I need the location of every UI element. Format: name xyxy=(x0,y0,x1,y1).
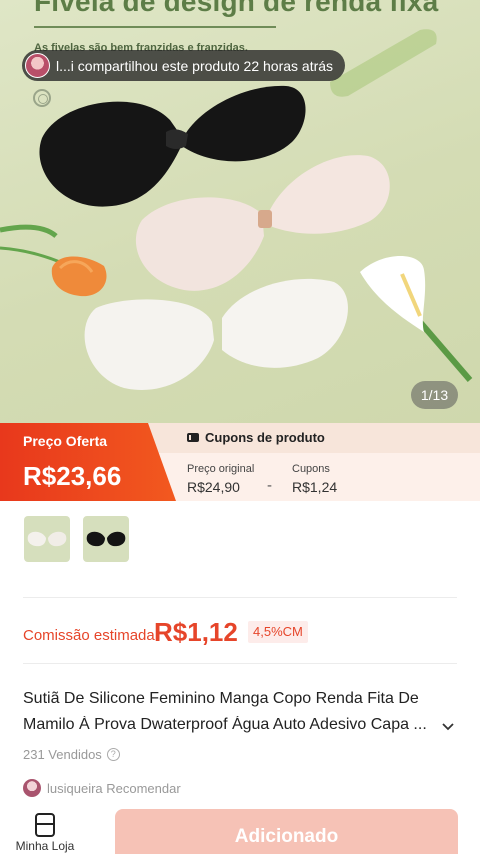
bottom-action-bar: Minha Loja Adicionado xyxy=(0,800,480,854)
chevron-down-icon[interactable] xyxy=(440,718,456,734)
variant-thumbnail-white[interactable] xyxy=(24,516,70,562)
black-bra-thumbnail-image xyxy=(86,531,126,547)
commission-label: Comissão estimada xyxy=(23,627,155,644)
sharer-avatar xyxy=(25,53,50,78)
sold-count-text: 231 Vendidos xyxy=(23,747,102,762)
commission-rate-badge: 4,5%CM xyxy=(248,621,308,643)
ticket-icon xyxy=(187,433,199,442)
product-coupons-label: Cupons de produto xyxy=(205,430,325,445)
divider xyxy=(23,597,457,598)
recommender-avatar xyxy=(23,779,41,797)
added-button[interactable]: Adicionado xyxy=(115,809,458,854)
product-title-line-1: Sutiã De Silicone Feminino Manga Copo Re… xyxy=(23,690,419,707)
price-banner: Preço Oferta R$23,66 Cupons de produto P… xyxy=(0,423,480,501)
sold-count: 231 Vendidos ? xyxy=(23,747,120,762)
help-icon[interactable]: ? xyxy=(106,748,120,761)
divider xyxy=(23,663,457,664)
image-counter: 1/13 xyxy=(411,381,458,409)
white-bra-thumbnail-image xyxy=(27,531,67,547)
minus-sign: - xyxy=(267,477,272,494)
my-store-button[interactable]: Minha Loja xyxy=(14,812,76,854)
offer-label: Preço Oferta xyxy=(23,433,108,449)
offer-price: R$23,66 xyxy=(23,461,122,491)
my-store-label: Minha Loja xyxy=(15,839,75,853)
commission-value: R$1,12 xyxy=(154,617,238,647)
coupons-label: Cupons xyxy=(292,463,330,475)
share-notification-text: l...i compartilhou este produto 22 horas… xyxy=(56,57,334,74)
original-badge-icon xyxy=(33,89,51,107)
original-price-label: Preço original xyxy=(187,463,255,475)
product-coupons-header[interactable]: Cupons de produto xyxy=(187,430,325,445)
share-notification: l...i compartilhou este produto 22 horas… xyxy=(22,50,346,81)
original-price-value: R$24,90 xyxy=(187,479,240,495)
coupons-value: R$1,24 xyxy=(292,479,338,495)
product-image-carousel[interactable]: Fivela de design de renda fixa As fivela… xyxy=(0,0,480,423)
recommender-text: lusiqueira Recomendar xyxy=(47,780,181,796)
variant-thumbnail-black[interactable] xyxy=(83,516,129,562)
product-title-line-2: Mamilo À Prova Dwaterproof Água Auto Ade… xyxy=(23,716,427,733)
recommender-row[interactable]: lusiqueira Recomendar xyxy=(23,779,181,797)
store-icon xyxy=(35,813,55,837)
